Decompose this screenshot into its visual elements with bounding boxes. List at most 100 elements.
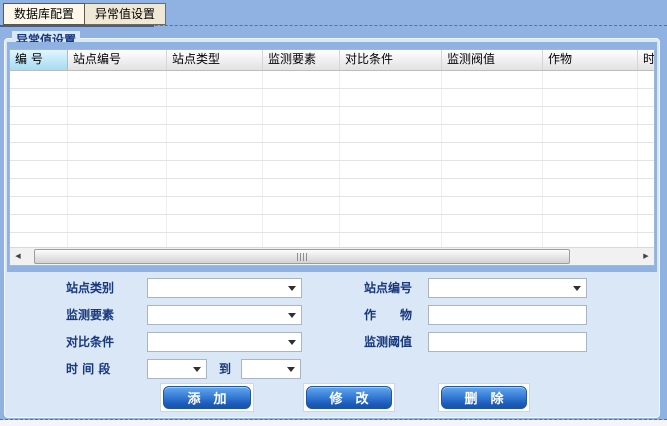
scrollbar-track[interactable] (26, 248, 638, 265)
grid-cell (638, 197, 654, 214)
grid-cell (263, 107, 340, 124)
modify-button-frame: 修 改 (303, 383, 395, 412)
scrollbar-grip-icon (297, 253, 307, 261)
time-to-select[interactable] (241, 359, 301, 379)
grid-cell (10, 179, 68, 196)
grid-cell (263, 233, 340, 247)
grid-cell (68, 107, 167, 124)
grid-cell (10, 161, 68, 178)
grid-cell (340, 161, 442, 178)
grid-column-header-1[interactable]: 站点编号 (68, 50, 167, 70)
grid-cell (10, 89, 68, 106)
grid-cell (543, 197, 638, 214)
grid-cell (68, 233, 167, 247)
grid-cell (340, 89, 442, 106)
horizontal-scrollbar[interactable]: ◀ ▶ (10, 247, 654, 265)
tab-database-config[interactable]: 数据库配置 (3, 3, 85, 25)
outlier-data-grid: 编 号站点编号站点类型监测要素对比条件监测阀值作物时 ◀ ▶ (9, 49, 655, 266)
grid-cell (167, 215, 263, 232)
grid-cell (442, 143, 543, 160)
grid-cell (543, 233, 638, 247)
grid-cell (167, 197, 263, 214)
time-to-label: 到 (219, 359, 231, 379)
scroll-left-button[interactable]: ◀ (10, 248, 26, 265)
grid-cell (167, 143, 263, 160)
grid-cell (167, 233, 263, 247)
app-window: 数据库配置 异常值设置 异常值设置 编 号站点编号站点类型监测要素对比条件监测阀… (0, 0, 667, 426)
grid-row (10, 161, 654, 179)
grid-cell (638, 179, 654, 196)
crop-input[interactable] (428, 305, 587, 325)
station-number-label: 站点编号 (364, 278, 412, 298)
grid-cell (442, 233, 543, 247)
grid-cell (10, 233, 68, 247)
station-category-select[interactable] (147, 278, 302, 298)
threshold-input[interactable] (428, 332, 587, 352)
combo-arrow-icon (288, 313, 296, 318)
grid-row (10, 89, 654, 107)
combo-arrow-icon (193, 367, 201, 372)
grid-cell (638, 215, 654, 232)
grid-cell (68, 125, 167, 142)
station-category-label: 站点类别 (66, 278, 114, 298)
grid-cell (68, 143, 167, 160)
grid-cell (167, 179, 263, 196)
grid-column-header-2[interactable]: 站点类型 (167, 50, 263, 70)
tab-outlier-settings[interactable]: 异常值设置 (85, 3, 166, 25)
grid-column-header-0[interactable]: 编 号 (10, 50, 68, 70)
grid-cell (442, 197, 543, 214)
grid-body (10, 71, 654, 247)
monitor-element-select[interactable] (147, 305, 302, 325)
scroll-left-icon: ◀ (15, 252, 20, 260)
tab-bar: 数据库配置 异常值设置 (3, 3, 166, 25)
grid-column-header-4[interactable]: 对比条件 (340, 50, 442, 70)
grid-column-header-3[interactable]: 监测要素 (263, 50, 340, 70)
time-period-label: 时 间 段 (66, 359, 110, 379)
grid-column-header-5[interactable]: 监测阀值 (442, 50, 543, 70)
station-number-select[interactable] (428, 278, 587, 298)
time-from-select[interactable] (147, 359, 207, 379)
grid-column-header-7[interactable]: 时 (638, 50, 655, 70)
grid-column-header-6[interactable]: 作物 (543, 50, 638, 70)
grid-cell (263, 71, 340, 88)
grid-cell (442, 215, 543, 232)
grid-row (10, 125, 654, 143)
compare-condition-select[interactable] (147, 332, 302, 352)
delete-button-frame: 删 除 (438, 383, 530, 412)
grid-cell (340, 215, 442, 232)
add-button-frame: 添 加 (160, 383, 254, 412)
grid-cell (638, 143, 654, 160)
delete-button[interactable]: 删 除 (441, 386, 527, 409)
grid-cell (68, 197, 167, 214)
compare-condition-label: 对比条件 (66, 332, 114, 352)
modify-button[interactable]: 修 改 (306, 386, 392, 409)
grid-cell (10, 143, 68, 160)
grid-cell (263, 89, 340, 106)
grid-cell (340, 71, 442, 88)
grid-cell (340, 143, 442, 160)
combo-arrow-icon (573, 286, 581, 291)
grid-cell (263, 197, 340, 214)
grid-cell (10, 125, 68, 142)
grid-cell (543, 215, 638, 232)
grid-cell (543, 89, 638, 106)
monitor-element-label: 监测要素 (66, 305, 114, 325)
grid-cell (10, 71, 68, 88)
grid-cell (263, 179, 340, 196)
grid-cell (638, 107, 654, 124)
grid-cell (543, 125, 638, 142)
tabstrip-underline (0, 25, 154, 27)
scroll-right-button[interactable]: ▶ (638, 248, 654, 265)
combo-arrow-icon (288, 286, 296, 291)
grid-cell (442, 161, 543, 178)
scrollbar-thumb[interactable] (34, 249, 570, 264)
grid-cell (263, 161, 340, 178)
grid-cell (442, 71, 543, 88)
designer-canvas-edge (0, 420, 667, 426)
add-button[interactable]: 添 加 (163, 386, 251, 409)
grid-cell (638, 89, 654, 106)
grid-row (10, 197, 654, 215)
grid-cell (263, 125, 340, 142)
grid-cell (543, 179, 638, 196)
grid-cell (10, 215, 68, 232)
